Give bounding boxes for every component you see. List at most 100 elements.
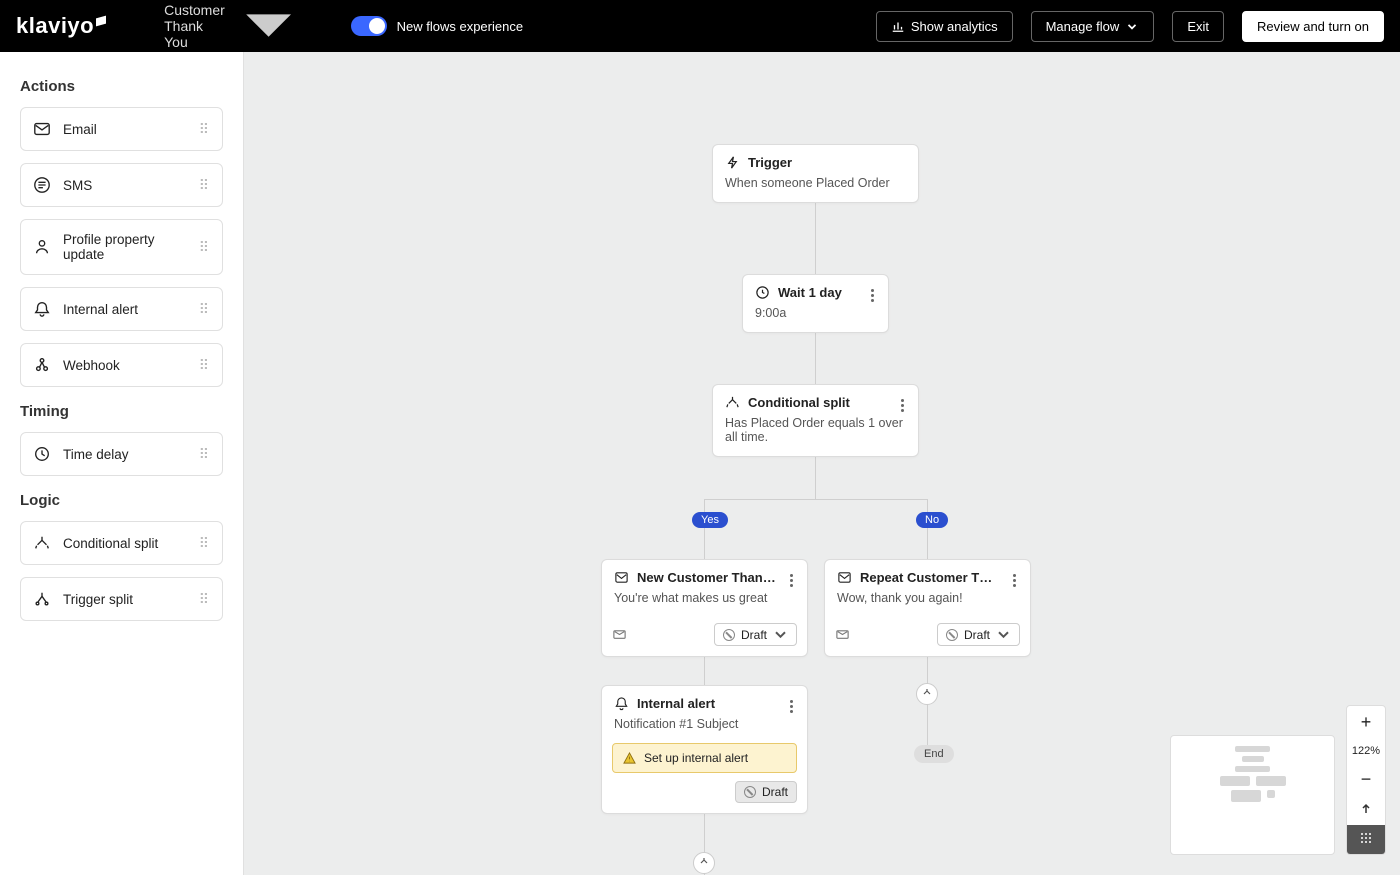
zoom-in-button[interactable]: +: [1347, 706, 1385, 739]
actions-sidebar: Actions Email ⠿ SMS ⠿ Profile property u…: [0, 52, 244, 875]
logic-trigger-split-label: Trigger split: [63, 592, 133, 607]
status-text: Draft: [741, 628, 767, 642]
zoom-controls: + 122% −: [1346, 705, 1386, 855]
flow-name-dropdown[interactable]: Customer Thank You: [164, 0, 303, 60]
node-more-button[interactable]: [899, 395, 906, 410]
action-email[interactable]: Email ⠿: [20, 107, 223, 151]
bell-icon: [33, 300, 51, 318]
app-header: klaviyo Customer Thank You New flows exp…: [0, 0, 1400, 52]
timing-time-delay[interactable]: Time delay ⠿: [20, 432, 223, 476]
status-dropdown[interactable]: Draft: [714, 623, 797, 646]
webhook-icon: [33, 356, 51, 374]
email-icon: [33, 120, 51, 138]
email-new-title: New Customer Thank You: Em…: [637, 570, 777, 585]
node-more-button[interactable]: [1011, 570, 1018, 585]
action-profile-update[interactable]: Profile property update ⠿: [20, 219, 223, 275]
wait-desc: 9:00a: [743, 304, 888, 332]
klaviyo-logo: klaviyo: [16, 13, 106, 39]
manage-flow-button[interactable]: Manage flow: [1031, 11, 1155, 42]
status-text: Draft: [762, 785, 788, 799]
trigger-node[interactable]: Trigger When someone Placed Order: [712, 144, 919, 203]
chevron-down-icon: [1125, 19, 1139, 33]
bolt-icon: [725, 155, 740, 170]
drag-handle-icon: ⠿: [199, 591, 210, 608]
action-webhook-label: Webhook: [63, 358, 120, 373]
join-node[interactable]: [693, 852, 715, 874]
flow-canvas[interactable]: Trigger When someone Placed Order Wait 1…: [244, 52, 1400, 875]
drag-handle-icon: ⠿: [199, 301, 210, 318]
node-more-button[interactable]: [869, 285, 876, 300]
split-icon: [33, 534, 51, 552]
toggle-label: New flows experience: [397, 19, 523, 34]
trigger-split-icon: [33, 590, 51, 608]
drag-handle-icon: ⠿: [199, 121, 210, 138]
action-profile-update-label: Profile property update: [63, 232, 187, 262]
review-turn-on-button[interactable]: Review and turn on: [1242, 11, 1384, 42]
logo-text: klaviyo: [16, 13, 94, 39]
email-small-icon: [612, 627, 627, 642]
new-flows-toggle[interactable]: [351, 16, 387, 36]
action-sms-label: SMS: [63, 178, 92, 193]
sms-icon: [33, 176, 51, 194]
drag-handle-icon: ⠿: [199, 177, 210, 194]
connector: [704, 499, 705, 559]
split-icon: [698, 857, 710, 869]
email-repeat-desc: Wow, thank you again!: [825, 589, 1030, 617]
email-new-customer-node[interactable]: New Customer Thank You: Em… You're what …: [601, 559, 808, 657]
email-icon: [614, 570, 629, 585]
internal-alert-node[interactable]: Internal alert Notification #1 Subject S…: [601, 685, 808, 814]
section-actions-title: Actions: [20, 78, 223, 95]
email-repeat-customer-node[interactable]: Repeat Customer Thank You:… Wow, thank y…: [824, 559, 1031, 657]
show-analytics-button[interactable]: Show analytics: [876, 11, 1013, 42]
zoom-fit-button[interactable]: [1347, 796, 1385, 825]
action-webhook[interactable]: Webhook ⠿: [20, 343, 223, 387]
bell-icon: [614, 696, 629, 711]
arrow-up-icon: [1359, 802, 1373, 816]
alert-warning-banner[interactable]: Set up internal alert: [612, 743, 797, 773]
new-flows-toggle-wrap: New flows experience: [351, 16, 523, 36]
draft-status-icon: [744, 786, 756, 798]
clock-icon: [33, 445, 51, 463]
trigger-title: Trigger: [748, 155, 792, 170]
email-repeat-title: Repeat Customer Thank You:…: [860, 570, 1000, 585]
action-internal-alert[interactable]: Internal alert ⠿: [20, 287, 223, 331]
logic-trigger-split[interactable]: Trigger split ⠿: [20, 577, 223, 621]
drag-handle-icon: ⠿: [199, 535, 210, 552]
exit-button[interactable]: Exit: [1172, 11, 1224, 42]
action-email-label: Email: [63, 122, 97, 137]
draft-status-icon: [723, 629, 735, 641]
action-internal-alert-label: Internal alert: [63, 302, 138, 317]
join-node[interactable]: [916, 683, 938, 705]
zoom-out-button[interactable]: −: [1347, 763, 1385, 796]
alert-title: Internal alert: [637, 696, 715, 711]
logic-conditional-split[interactable]: Conditional split ⠿: [20, 521, 223, 565]
node-more-button[interactable]: [788, 696, 795, 711]
logic-conditional-split-label: Conditional split: [63, 536, 158, 551]
wait-node[interactable]: Wait 1 day 9:00a: [742, 274, 889, 333]
end-badge: End: [914, 745, 954, 763]
clock-icon: [755, 285, 770, 300]
drag-handle-icon: ⠿: [199, 357, 210, 374]
section-logic-title: Logic: [20, 492, 223, 509]
email-icon: [837, 570, 852, 585]
toggle-knob: [369, 18, 385, 34]
drag-handle-icon: ⠿: [199, 239, 210, 256]
conditional-split-node[interactable]: Conditional split Has Placed Order equal…: [712, 384, 919, 457]
status-badge[interactable]: Draft: [735, 781, 797, 803]
email-small-icon: [835, 627, 850, 642]
trigger-desc: When someone Placed Order: [713, 174, 918, 202]
split-title: Conditional split: [748, 395, 850, 410]
status-dropdown[interactable]: Draft: [937, 623, 1020, 646]
chart-icon: [891, 19, 905, 33]
review-label: Review and turn on: [1257, 19, 1369, 34]
grid-toggle-button[interactable]: [1347, 825, 1385, 854]
alert-desc: Notification #1 Subject: [602, 715, 807, 743]
node-more-button[interactable]: [788, 570, 795, 585]
connector: [927, 499, 928, 559]
wait-title: Wait 1 day: [778, 285, 842, 300]
logo-flag-icon: [96, 16, 106, 27]
action-sms[interactable]: SMS ⠿: [20, 163, 223, 207]
caret-down-icon: [235, 0, 302, 60]
minimap[interactable]: [1170, 735, 1335, 855]
flow-name-text: Customer Thank You: [164, 2, 227, 50]
